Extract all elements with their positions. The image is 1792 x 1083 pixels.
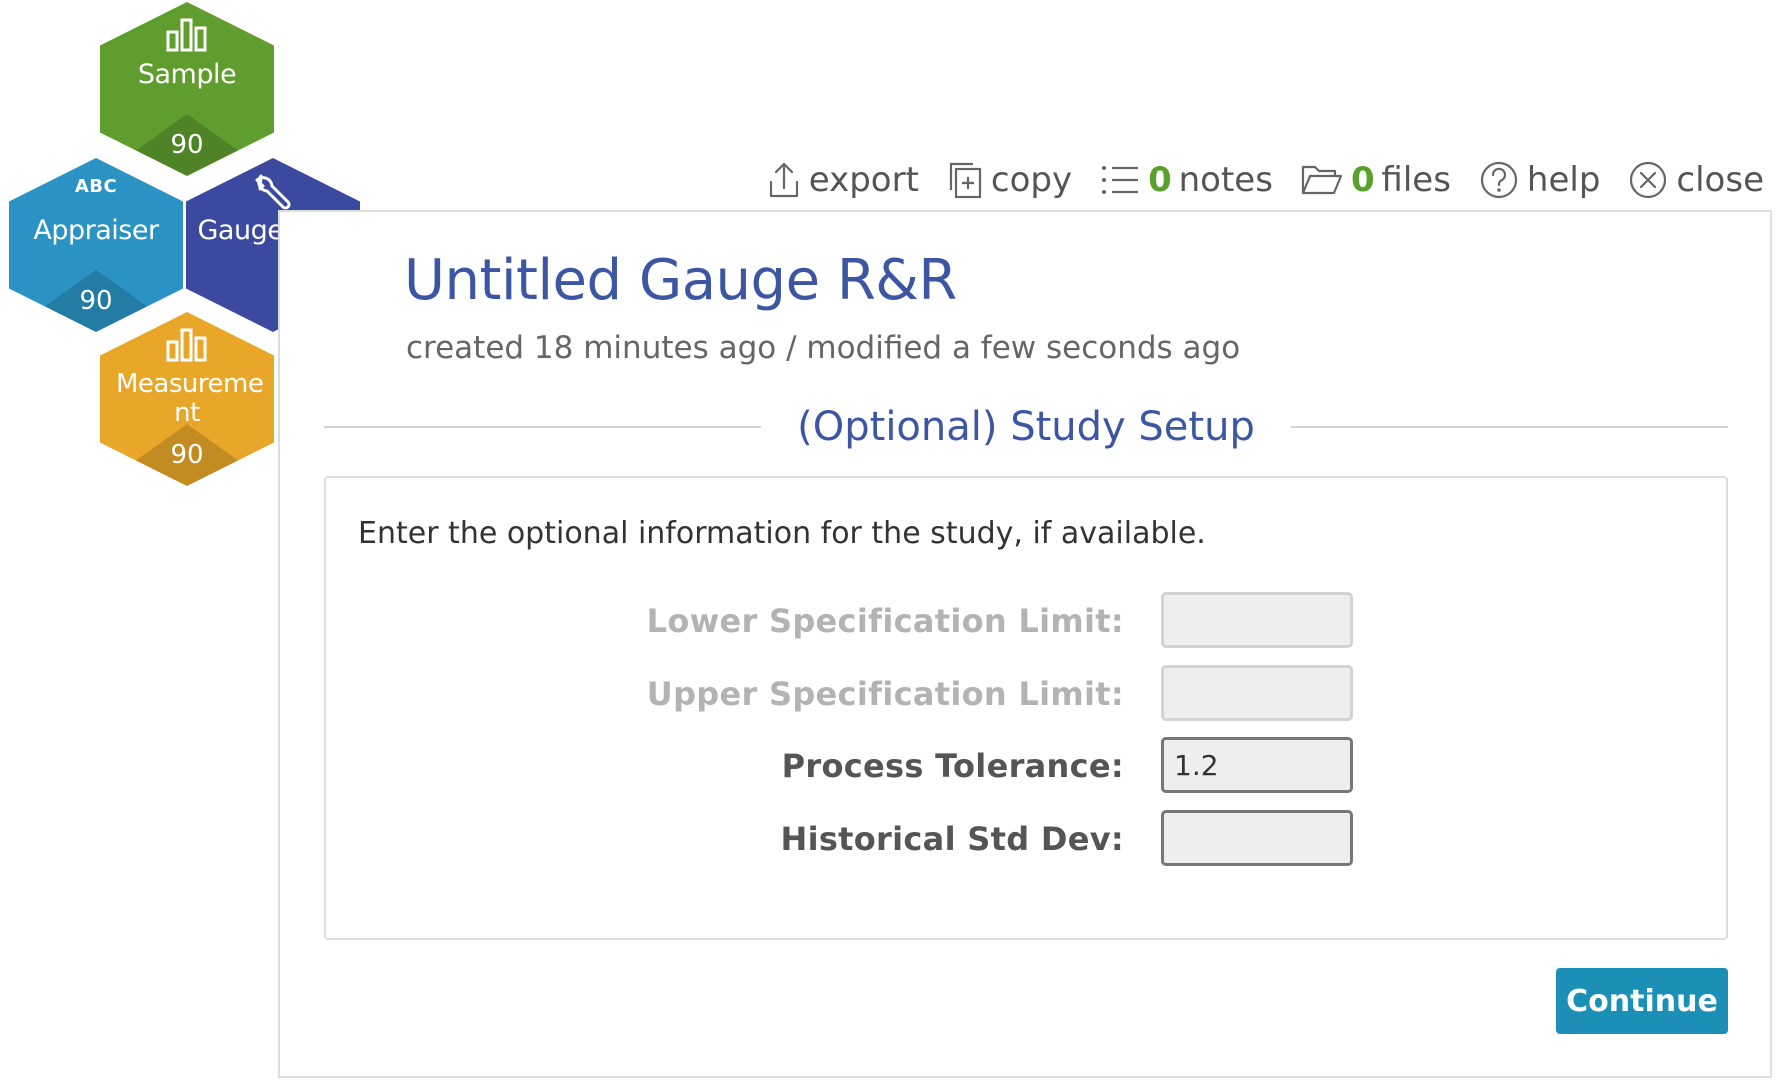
section-title: (Optional) Study Setup <box>797 404 1255 450</box>
bar-chart-icon <box>100 16 274 52</box>
files-count: 0 <box>1350 160 1375 200</box>
field-row-stddev: Historical Std Dev: <box>326 810 1726 870</box>
help-icon <box>1480 161 1518 199</box>
copy-icon <box>949 162 982 199</box>
hex-appraiser-count: 90 <box>79 286 113 316</box>
divider <box>1290 426 1728 428</box>
hex-sample-label: Sample <box>137 59 237 90</box>
lsl-label: Lower Specification Limit: <box>646 602 1124 640</box>
notes-label: notes <box>1178 160 1273 200</box>
field-row-usl: Upper Specification Limit: <box>326 665 1726 725</box>
field-row-tolerance: Process Tolerance: <box>326 737 1726 797</box>
document-meta: created 18 minutes ago / modified a few … <box>406 330 1241 366</box>
copy-button[interactable]: copy <box>947 160 1072 200</box>
copy-label: copy <box>990 160 1073 200</box>
section-heading: (Optional) Study Setup <box>324 402 1728 452</box>
notes-button[interactable]: 0 notes <box>1100 160 1273 200</box>
tolerance-input[interactable] <box>1161 737 1353 793</box>
hex-sample-count: 90 <box>170 130 204 160</box>
close-button[interactable]: close <box>1628 160 1764 200</box>
folder-icon <box>1301 165 1343 195</box>
notes-count: 0 <box>1148 160 1172 200</box>
help-button[interactable]: help <box>1479 160 1601 200</box>
tolerance-label: Process Tolerance: <box>781 747 1124 785</box>
help-label: help <box>1526 160 1601 200</box>
files-label: files <box>1381 160 1451 200</box>
hex-measurement-label: Measureme nt <box>116 369 264 428</box>
field-row-lsl: Lower Specification Limit: <box>326 592 1726 652</box>
setup-intro: Enter the optional information for the s… <box>358 516 1206 551</box>
list-icon <box>1102 166 1139 194</box>
stddev-label: Historical Std Dev: <box>780 820 1124 858</box>
abc-icon: ABC <box>74 176 118 197</box>
export-icon <box>769 162 798 198</box>
hex-measurement-count: 90 <box>170 440 204 470</box>
stddev-input[interactable] <box>1161 810 1353 866</box>
usl-label: Upper Specification Limit: <box>646 675 1124 713</box>
bar-chart-icon <box>100 326 274 362</box>
hex-appraiser-label: Appraiser <box>33 215 159 246</box>
hex-measurement[interactable]: Measureme nt 90 <box>100 312 274 486</box>
export-button[interactable]: export <box>767 160 919 200</box>
lsl-input[interactable] <box>1161 592 1353 648</box>
hex-appraiser[interactable]: ABC Appraiser 90 <box>9 158 183 332</box>
close-icon <box>1630 161 1667 199</box>
export-label: export <box>808 160 919 200</box>
files-button[interactable]: 0 files <box>1301 160 1451 200</box>
study-setup-panel: Enter the optional information for the s… <box>324 476 1728 940</box>
close-label: close <box>1676 160 1764 200</box>
continue-button[interactable]: Continue <box>1556 968 1728 1034</box>
hex-sample[interactable]: Sample 90 <box>100 2 274 176</box>
toolbar: export copy 0 notes 0 files help close <box>767 158 1764 202</box>
page-title[interactable]: Untitled Gauge R&R <box>404 248 957 313</box>
usl-input[interactable] <box>1161 665 1353 721</box>
study-card: Untitled Gauge R&R created 18 minutes ag… <box>278 210 1772 1078</box>
divider <box>324 426 762 428</box>
wrench-icon <box>186 172 360 212</box>
